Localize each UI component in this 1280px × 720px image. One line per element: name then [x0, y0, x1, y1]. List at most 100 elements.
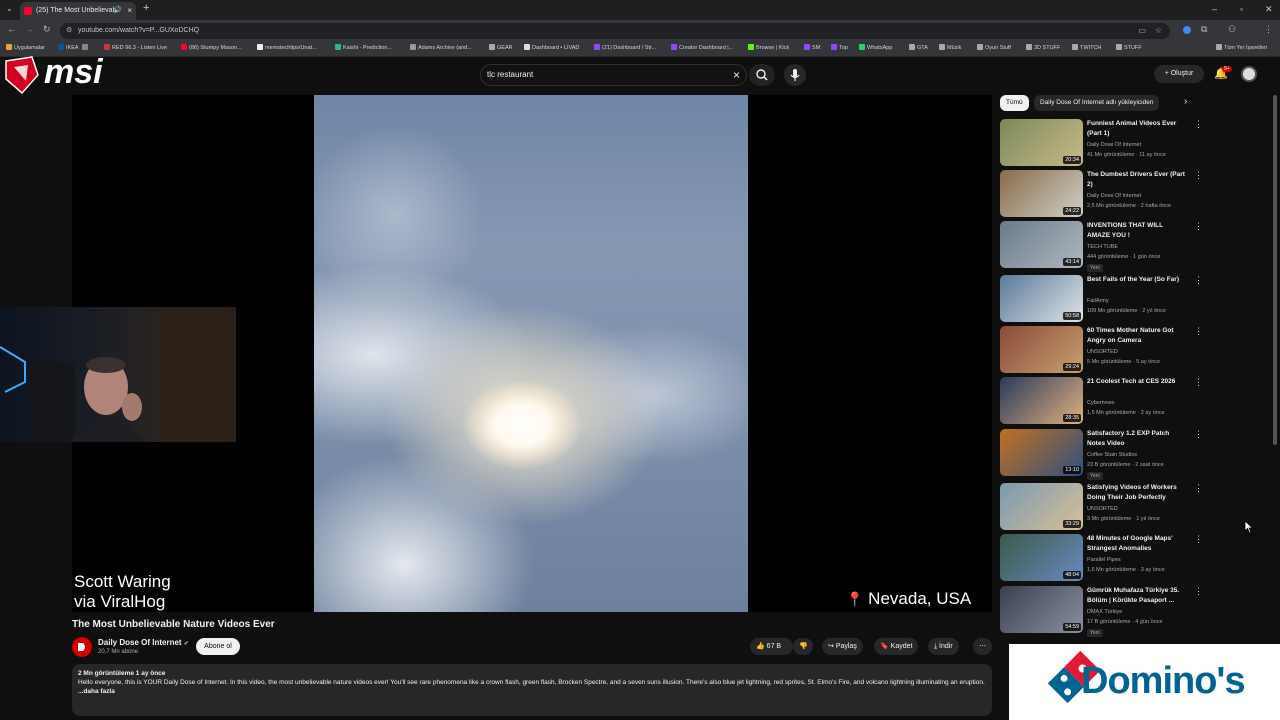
recommended-video-title[interactable]: Funniest Animal Videos Ever (Part 1) — [1087, 119, 1187, 139]
more-vertical-icon[interactable]: ⋮ — [1194, 221, 1203, 232]
bookmark-item[interactable]: Browse | Kick — [748, 44, 789, 51]
window-close-icon[interactable]: ✕ — [1265, 4, 1273, 15]
bookmark-item[interactable]: Dashboard • LIVAD — [524, 44, 579, 51]
bookmark-folder[interactable]: 3D STUFF — [1026, 44, 1060, 51]
recommended-channel-name[interactable]: Parallel Pipes — [1087, 557, 1121, 563]
video-thumbnail[interactable]: 50:58 — [1000, 275, 1083, 322]
recommended-channel-name[interactable]: Daily Dose Of Internet — [1087, 193, 1141, 199]
search-button[interactable] — [749, 64, 775, 86]
bookmark-item[interactable]: WhatsApp — [859, 44, 892, 51]
bookmark-item[interactable]: (21) Dashboard / Str... — [594, 44, 656, 51]
more-vertical-icon[interactable]: ⋮ — [1194, 326, 1203, 337]
more-vertical-icon[interactable]: ⋮ — [1194, 483, 1203, 494]
bookmark-folder[interactable]: GTA — [909, 44, 928, 51]
recommended-video[interactable]: 50:58 Best Fails of the Year (So Far) Fail… — [1000, 275, 1203, 323]
recommended-channel-name[interactable]: DMAX Türkiye — [1087, 609, 1122, 615]
more-vertical-icon[interactable]: ⋮ — [1194, 119, 1203, 130]
new-tab-icon[interactable]: + — [143, 2, 149, 14]
more-actions-button[interactable]: ⋯ — [973, 638, 992, 655]
back-icon[interactable]: ← — [7, 24, 16, 34]
more-vertical-icon[interactable]: ⋮ — [1194, 275, 1203, 286]
bookmark-item[interactable]: Creator Dashboard |... — [671, 44, 733, 51]
recommended-video-title[interactable]: 48 Minutes of Google Maps' Strangest Ano… — [1087, 534, 1187, 554]
video-thumbnail[interactable]: 28:35 — [1000, 377, 1083, 424]
download-button[interactable]: ⤓ İndir — [928, 638, 959, 655]
video-thumbnail[interactable]: 24:22 — [1000, 170, 1083, 217]
bookmark-star-icon[interactable]: ☆ — [1155, 23, 1162, 39]
extension-icon[interactable] — [1183, 26, 1191, 34]
bookmark-folder[interactable]: TWITCH — [1072, 44, 1101, 51]
bookmark-item[interactable]: IKEA — [58, 44, 79, 51]
recommended-video-title[interactable]: Satisfactory 1.2 EXP Patch Notes Video — [1087, 429, 1187, 449]
speaker-icon[interactable]: 🔊 — [113, 2, 122, 20]
show-more-link[interactable]: ...daha fazla — [78, 687, 986, 696]
clear-search-icon[interactable]: × — [733, 65, 740, 85]
video-thumbnail[interactable]: 13:10 — [1000, 429, 1083, 476]
create-button[interactable]: + Oluştur — [1154, 65, 1204, 83]
recommended-channel-name[interactable]: TECH TUBE — [1087, 244, 1118, 250]
account-avatar[interactable] — [1241, 66, 1257, 82]
site-info-icon[interactable]: ⚙ — [66, 23, 72, 39]
recommended-video[interactable]: 54:59 Gümrük Muhafaza Türkiye 35. Bölüm |… — [1000, 586, 1203, 637]
tab-close-icon[interactable]: × — [127, 2, 132, 20]
bookmark-item[interactable]: Uygulamalar — [6, 44, 45, 51]
chevron-right-icon[interactable]: › — [1184, 96, 1187, 107]
recommended-video-title[interactable]: Best Fails of the Year (So Far) — [1087, 275, 1187, 285]
dislike-button[interactable]: 👎 — [793, 638, 813, 655]
recommended-video-title[interactable]: 60 Times Mother Nature Got Angry on Came… — [1087, 326, 1187, 346]
maximize-icon[interactable]: ▫ — [1240, 4, 1243, 14]
forward-icon[interactable]: → — [25, 24, 34, 34]
extensions-puzzle-icon[interactable]: ⧉ — [1201, 24, 1207, 35]
all-bookmarks[interactable]: Tüm Yer İşaretleri — [1216, 44, 1267, 51]
bookmark-item[interactable]: Top — [831, 44, 848, 51]
recommended-video[interactable]: 29:24 60 Times Mother Nature Got Angry on… — [1000, 326, 1203, 374]
cast-icon[interactable]: ▭ — [1138, 23, 1146, 39]
bookmark-item[interactable]: Adams Archive (and... — [410, 44, 472, 51]
bookmark-item[interactable]: memstechtips/Unat... — [257, 44, 317, 51]
video-thumbnail[interactable]: 20:34 — [1000, 119, 1083, 166]
recommended-video[interactable]: 48:04 48 Minutes of Google Maps' Stranges… — [1000, 534, 1203, 582]
recommended-video-title[interactable]: 21 Coolest Tech at CES 2026 — [1087, 377, 1187, 387]
more-vertical-icon[interactable]: ⋮ — [1194, 377, 1203, 388]
recommended-channel-name[interactable]: UNSORTED — [1087, 349, 1118, 355]
description-box[interactable]: 2 Mn görüntüleme 1 ay önce Hello everyon… — [72, 664, 992, 716]
recommended-channel-name[interactable]: FailArmy — [1087, 298, 1109, 304]
recommended-channel-name[interactable]: Daily Dose Of Internet — [1087, 142, 1141, 148]
scrollbar[interactable] — [1273, 95, 1277, 445]
recommended-channel-name[interactable]: UNSORTED — [1087, 506, 1118, 512]
recommended-channel-name[interactable]: Cybernews — [1087, 400, 1115, 406]
recommended-video[interactable]: 24:22 The Dumbest Drivers Ever (Part 2) Da… — [1000, 170, 1203, 218]
bookmark-item[interactable]: SM — [804, 44, 820, 51]
bookmark-folder[interactable]: STUFF — [1116, 44, 1142, 51]
more-vertical-icon[interactable]: ⋮ — [1194, 534, 1203, 545]
search-input[interactable]: tlc restaurant × — [480, 64, 747, 86]
video-thumbnail[interactable]: 43:14 — [1000, 221, 1083, 268]
voice-search-button[interactable] — [784, 64, 806, 86]
browser-tab-active[interactable]: (25) The Most Unbelievab 🔊 × — [20, 2, 136, 20]
recommended-video[interactable]: 13:10 Satisfactory 1.2 EXP Patch Notes Vi… — [1000, 429, 1203, 480]
bookmark-folder[interactable]: Oyun Stuff — [977, 44, 1011, 51]
bookmark-folder[interactable]: GEAR — [489, 44, 513, 51]
bookmark-item[interactable]: (88) Stumpy Mason... — [181, 44, 242, 51]
more-vertical-icon[interactable]: ⋮ — [1194, 586, 1203, 597]
reload-icon[interactable]: ↻ — [43, 24, 51, 35]
more-vertical-icon[interactable]: ⋮ — [1194, 170, 1203, 181]
profile-icon[interactable]: ⚇ — [1228, 24, 1236, 35]
more-vertical-icon[interactable]: ⋮ — [1194, 429, 1203, 440]
bookmark-item[interactable] — [82, 44, 90, 51]
like-button[interactable]: 👍 67 B — [750, 638, 793, 655]
recommended-video-title[interactable]: Gümrük Muhafaza Türkiye 35. Bölüm | Körü… — [1087, 586, 1187, 606]
tab-list-icon[interactable]: ⌄ — [6, 4, 13, 13]
video-thumbnail[interactable]: 54:59 — [1000, 586, 1083, 633]
recommended-channel-name[interactable]: Coffee Stain Studios — [1087, 452, 1137, 458]
subscribe-button[interactable]: Abone ol — [196, 638, 240, 655]
recommended-video[interactable]: 33:29 Satisfying Videos of Workers Doing … — [1000, 483, 1203, 531]
recommended-video[interactable]: 20:34 Funniest Animal Videos Ever (Part 1… — [1000, 119, 1203, 167]
video-thumbnail[interactable]: 29:24 — [1000, 326, 1083, 373]
chip-from-uploader[interactable]: Daily Dose Of Internet adlı yükleyiciden — [1034, 95, 1160, 111]
bookmark-item[interactable]: RED 96.3 - Listen Live — [104, 44, 167, 51]
url-field[interactable]: ⚙ youtube.com/watch?v=P...GUXoDCHQ ▭ ☆ — [60, 23, 1170, 39]
share-button[interactable]: ↪ Paylaş — [822, 638, 863, 655]
recommended-video-title[interactable]: INVENTIONS THAT WILL AMAZE YOU ! — [1087, 221, 1187, 241]
browser-menu-icon[interactable]: ⋮ — [1264, 24, 1273, 35]
